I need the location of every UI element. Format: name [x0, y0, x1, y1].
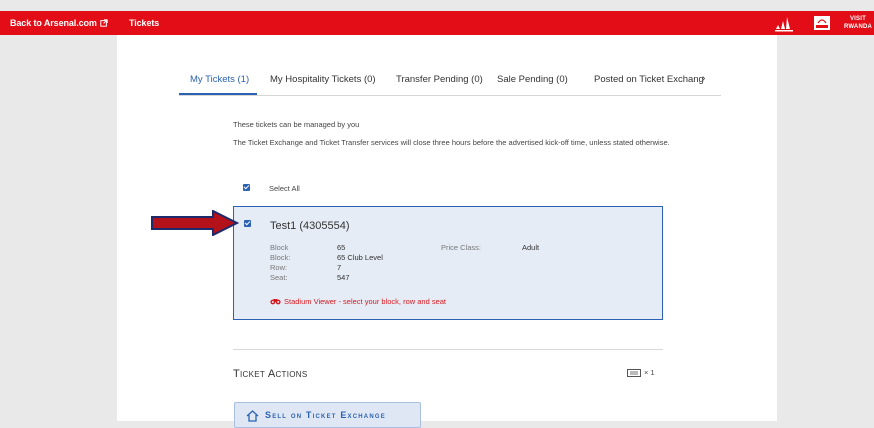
binoculars-icon: [270, 298, 281, 304]
adidas-logo-icon[interactable]: [774, 14, 796, 32]
home-icon: [246, 410, 259, 422]
tab-transfer-pending[interactable]: Transfer Pending (0): [396, 74, 483, 85]
tabs-scroll-right-icon[interactable]: ›: [702, 73, 705, 84]
ticket-icon: [627, 369, 641, 378]
ticket-checkbox[interactable]: [244, 220, 251, 227]
row-value: 7: [337, 263, 342, 272]
tickets-link[interactable]: Tickets: [129, 11, 159, 35]
external-link-icon: [100, 18, 108, 27]
block-level-label: Block:: [270, 253, 291, 262]
service-notice: The Ticket Exchange and Ticket Transfer …: [233, 138, 670, 147]
back-to-arsenal-label: Back to Arsenal.com: [10, 18, 97, 28]
ticket-count: × 1: [627, 368, 655, 378]
sell-button-label: Sell on Ticket Exchange: [265, 410, 386, 420]
ticket-tabs: My Tickets (1) My Hospitality Tickets (0…: [117, 35, 777, 97]
select-all-label[interactable]: Select All: [269, 184, 300, 193]
tab-my-tickets[interactable]: My Tickets (1): [190, 74, 249, 85]
ticket-title: Test1 (4305554): [270, 220, 350, 232]
block-value: 65: [337, 243, 346, 252]
section-divider: [233, 349, 663, 350]
seat-label: Seat:: [270, 273, 288, 282]
tab-posted-on-exchange[interactable]: Posted on Ticket Exchange (0): [594, 74, 704, 85]
visit-rwanda-logo[interactable]: VISIT RWANDA: [842, 15, 874, 31]
seat-value: 547: [337, 273, 350, 282]
tab-sale-pending[interactable]: Sale Pending (0): [497, 74, 568, 85]
stadium-viewer-label: Stadium Viewer - select your block, row …: [284, 297, 447, 306]
top-navigation-bar: Back to Arsenal.com Tickets VISIT RWANDA: [0, 11, 874, 35]
ticket-card[interactable]: Test1 (4305554) Block 65 Block: 65 Club …: [233, 206, 663, 320]
ticket-count-value: × 1: [644, 368, 655, 377]
ticket-actions-heading: Ticket Actions: [233, 368, 308, 380]
price-class-value: Adult: [522, 243, 540, 252]
block-level-value: 65 Club Level: [337, 253, 383, 262]
emirates-logo-icon[interactable]: [812, 14, 832, 32]
row-label: Row:: [270, 263, 288, 272]
tabs-divider: [179, 95, 721, 96]
select-all-checkbox[interactable]: [243, 184, 250, 191]
sell-on-ticket-exchange-button[interactable]: Sell on Ticket Exchange: [234, 402, 421, 428]
back-to-arsenal-link[interactable]: Back to Arsenal.com: [10, 11, 108, 35]
intro-text: These tickets can be managed by you: [233, 120, 360, 129]
tab-hospitality-tickets[interactable]: My Hospitality Tickets (0): [270, 74, 376, 85]
block-label: Block: [270, 243, 289, 252]
annotation-arrow-icon: [151, 210, 239, 236]
stadium-viewer-link[interactable]: Stadium Viewer - select your block, row …: [270, 297, 446, 306]
price-class-label: Price Class:: [441, 243, 482, 252]
